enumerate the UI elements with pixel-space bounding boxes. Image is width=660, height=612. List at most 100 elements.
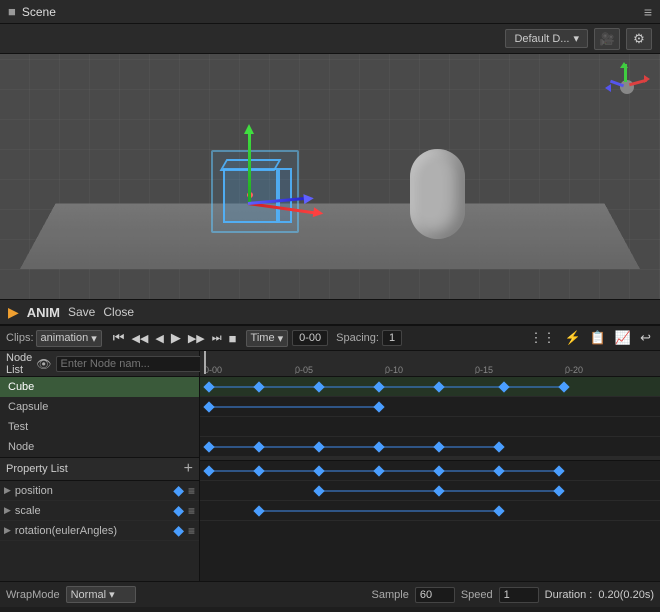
time-dropdown[interactable]: Time ▾ xyxy=(246,330,289,347)
skip-end-button[interactable]: ⏭ xyxy=(209,327,225,349)
keyframe-diamond[interactable] xyxy=(313,441,324,452)
wrap-mode-dropdown[interactable]: Normal ▾ xyxy=(66,586,136,603)
dots-icon-button[interactable]: ⋮⋮ xyxy=(527,327,559,349)
curve-icon-button[interactable]: 📈 xyxy=(612,327,634,349)
prop-row[interactable]: ▶rotation(eulerAngles)◆≡ xyxy=(0,521,199,541)
ruler-mark: 0-15 xyxy=(475,365,493,375)
keyframe-diamond[interactable] xyxy=(313,465,324,476)
keyframe-diamond[interactable] xyxy=(253,505,264,516)
keyframe-diamond[interactable] xyxy=(558,381,569,392)
right-panel: 0-000-050-100-150-20 xyxy=(200,351,660,581)
keyframe-diamond[interactable] xyxy=(493,441,504,452)
keyframe-diamond[interactable] xyxy=(373,381,384,392)
node-row[interactable]: Capsule xyxy=(0,397,199,417)
keyframe-diamond[interactable] xyxy=(203,401,214,412)
save-button[interactable]: Save xyxy=(68,305,95,319)
keyframe-diamond[interactable] xyxy=(433,465,444,476)
expand-arrow-icon: ▶ xyxy=(4,505,11,516)
keyframe-diamond[interactable] xyxy=(553,465,564,476)
settings-btn[interactable]: ⚙ xyxy=(626,28,652,50)
keyframe-diamond-icon: ◆ xyxy=(173,522,184,539)
camera-btn[interactable]: 🎥 xyxy=(594,28,620,50)
prop-menu-icon[interactable]: ≡ xyxy=(188,504,195,518)
keyframe-diamond[interactable] xyxy=(553,485,564,496)
prop-row[interactable]: ▶scale◆≡ xyxy=(0,501,199,521)
scene-title: Scene xyxy=(22,5,56,19)
keyframe-line xyxy=(259,510,499,512)
skip-start-button[interactable]: ⏮ xyxy=(110,327,128,349)
spacing-value[interactable]: 1 xyxy=(382,330,402,346)
scene-icon: ■ xyxy=(8,4,16,19)
camera-icon: 🎥 xyxy=(600,32,615,46)
keyframe-diamond[interactable] xyxy=(253,465,264,476)
ruler-tick xyxy=(295,368,296,374)
timeline-row[interactable] xyxy=(200,501,660,521)
timeline-row[interactable] xyxy=(200,377,660,397)
duration-value: 0.20(0.20s) xyxy=(598,589,654,601)
node-row[interactable]: Node xyxy=(0,437,199,457)
title-right: ≡ xyxy=(644,4,652,20)
node-row[interactable]: Cube xyxy=(0,377,199,397)
timeline-row[interactable] xyxy=(200,461,660,481)
stop-button[interactable]: ■ xyxy=(226,327,240,349)
keyframe-diamond[interactable] xyxy=(313,381,324,392)
keyframe-diamond[interactable] xyxy=(203,465,214,476)
close-button[interactable]: Close xyxy=(103,305,134,319)
prop-menu-icon[interactable]: ≡ xyxy=(188,524,195,538)
node-list-label: Node List xyxy=(6,352,32,376)
keyframe-diamond[interactable] xyxy=(253,441,264,452)
bolt-icon-button[interactable]: ⚡ xyxy=(562,327,584,349)
view-dropdown[interactable]: Default D... ▾ xyxy=(505,29,588,48)
floor-plane xyxy=(20,204,640,269)
clips-label: Clips: xyxy=(6,332,34,344)
ruler-tick xyxy=(385,368,386,374)
menu-icon[interactable]: ≡ xyxy=(644,4,652,20)
time-dropdown-label: Time xyxy=(251,332,275,344)
prop-menu-icon[interactable]: ≡ xyxy=(188,484,195,498)
keyframe-diamond[interactable] xyxy=(373,465,384,476)
timeline-row[interactable] xyxy=(200,437,660,457)
clipboard-icon-button[interactable]: 📋 xyxy=(587,327,609,349)
keyframe-diamond[interactable] xyxy=(313,485,324,496)
node-search-input[interactable] xyxy=(56,356,208,372)
tl-rows-container xyxy=(200,377,660,521)
play-button[interactable]: ▶ xyxy=(168,327,184,349)
keyframe-diamond[interactable] xyxy=(203,441,214,452)
play-reverse-button[interactable]: ◀ xyxy=(152,327,166,349)
eye-icon[interactable]: 👁 xyxy=(36,357,51,371)
add-property-button[interactable]: + xyxy=(184,460,193,478)
spacing-label: Spacing: xyxy=(336,332,379,344)
keyframe-diamond[interactable] xyxy=(493,505,504,516)
keyframe-diamond[interactable] xyxy=(433,381,444,392)
animation-dropdown[interactable]: animation ▾ xyxy=(36,330,102,347)
speed-input[interactable] xyxy=(499,587,539,603)
keyframe-diamond[interactable] xyxy=(433,441,444,452)
bottom-bar: WrapMode Normal ▾ Sample Speed Duration … xyxy=(0,581,660,607)
chevron-down-icon: ▾ xyxy=(573,32,579,45)
keyframe-diamond[interactable] xyxy=(203,381,214,392)
timeline-row[interactable] xyxy=(200,481,660,501)
anim-title-label: ANIM xyxy=(27,305,60,320)
corner-gizmo xyxy=(602,62,652,112)
prev-frame-button[interactable]: ◀◀ xyxy=(128,327,151,349)
sample-input[interactable] xyxy=(415,587,455,603)
ruler-tick xyxy=(475,368,476,374)
keyframe-diamond[interactable] xyxy=(373,401,384,412)
speed-label: Speed xyxy=(461,589,493,601)
timeline-row[interactable] xyxy=(200,397,660,417)
timeline-row[interactable] xyxy=(200,417,660,437)
gear-icon: ⚙ xyxy=(633,31,645,47)
keyframe-diamond[interactable] xyxy=(433,485,444,496)
next-frame-button[interactable]: ▶▶ xyxy=(185,327,208,349)
node-row[interactable]: Test xyxy=(0,417,199,437)
keyframe-diamond[interactable] xyxy=(373,441,384,452)
prop-name-label: position xyxy=(15,485,173,497)
title-left: ■ Scene xyxy=(8,4,56,19)
undo-icon-button[interactable]: ↩ xyxy=(637,327,654,349)
keyframe-diamond[interactable] xyxy=(253,381,264,392)
time-value[interactable]: 0-00 xyxy=(292,330,328,346)
anim-right-icons: ⋮⋮ ⚡ 📋 📈 ↩ xyxy=(527,327,654,349)
prop-row[interactable]: ▶position◆≡ xyxy=(0,481,199,501)
keyframe-diamond[interactable] xyxy=(498,381,509,392)
keyframe-diamond[interactable] xyxy=(493,465,504,476)
